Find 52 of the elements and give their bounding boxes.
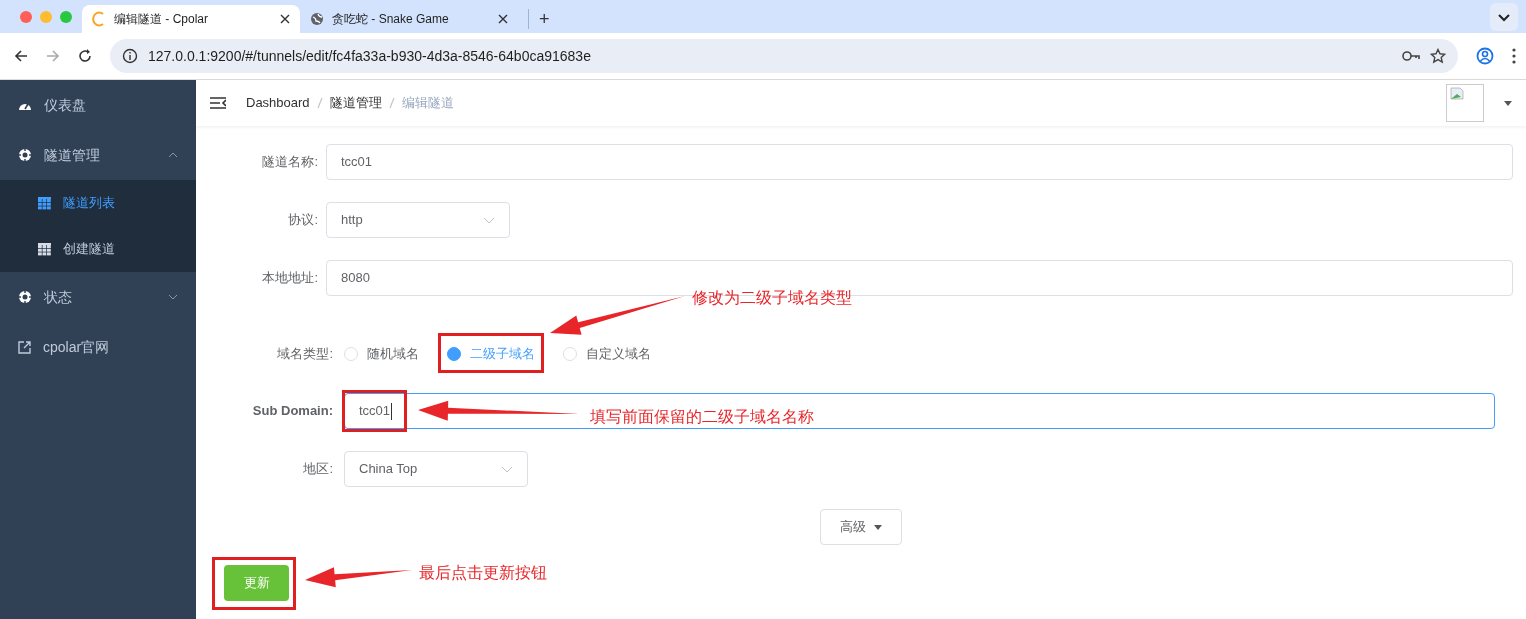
separator-icon bbox=[316, 97, 323, 109]
close-icon[interactable] bbox=[498, 14, 508, 24]
caret-icon[interactable] bbox=[1504, 100, 1512, 106]
browser-tab[interactable]: 编辑隧道 - Cpolar bbox=[82, 5, 300, 33]
sidebar-item[interactable]: 隧道管理 bbox=[0, 130, 196, 180]
chevron-down-icon bbox=[483, 216, 495, 224]
chevron-down-icon[interactable] bbox=[1490, 3, 1518, 31]
menu-icon[interactable] bbox=[210, 97, 226, 109]
radio-option[interactable]: 自定义域名 bbox=[563, 344, 651, 364]
sidebar-item[interactable]: 仪表盘 bbox=[0, 80, 196, 130]
highlight-frame bbox=[342, 390, 407, 432]
reload-icon[interactable] bbox=[78, 49, 92, 63]
globe-icon bbox=[310, 12, 324, 26]
callout-text: 最后点击更新按钮 bbox=[419, 563, 547, 583]
field-label: 本地地址: bbox=[261, 269, 318, 288]
back-icon[interactable] bbox=[14, 49, 28, 63]
sidebar-subitem[interactable]: 创建隧道 bbox=[0, 226, 196, 272]
sidebar-item[interactable]: 状态 bbox=[0, 272, 196, 322]
lifebuoy-icon bbox=[18, 290, 32, 304]
callout-text: 填写前面保留的二级子域名名称 bbox=[590, 407, 814, 427]
info-icon[interactable] bbox=[122, 48, 138, 64]
caret-icon bbox=[873, 525, 882, 531]
field-label: 地区: bbox=[302, 460, 333, 479]
table-icon bbox=[38, 242, 51, 256]
table-icon bbox=[38, 196, 51, 210]
sidebar-subitem[interactable]: 隧道列表 bbox=[0, 180, 196, 226]
tab-title: 编辑隧道 - Cpolar bbox=[114, 11, 209, 28]
external-link-icon bbox=[18, 340, 31, 354]
profile-icon[interactable] bbox=[1476, 47, 1494, 65]
breadcrumb-link[interactable]: Dashboard bbox=[246, 93, 310, 113]
logo-icon bbox=[92, 11, 106, 27]
lifebuoy-icon bbox=[18, 148, 32, 162]
sidebar-item[interactable]: cpolar官网 bbox=[0, 322, 196, 372]
breadcrumb-link[interactable]: 隧道管理 bbox=[329, 93, 382, 113]
menu-icon[interactable] bbox=[1512, 48, 1516, 64]
close-icon[interactable] bbox=[280, 14, 290, 24]
separator-icon bbox=[388, 97, 395, 109]
key-icon[interactable] bbox=[1402, 50, 1420, 62]
field-label: Sub Domain: bbox=[251, 402, 333, 421]
chevron-down-icon bbox=[501, 465, 513, 473]
field-label: 协议: bbox=[287, 211, 318, 230]
star-icon[interactable] bbox=[1430, 48, 1446, 64]
select-field[interactable]: http bbox=[326, 202, 510, 238]
browser-tab[interactable]: 贪吃蛇 - Snake Game bbox=[300, 5, 518, 33]
radio-option[interactable]: 随机域名 bbox=[344, 344, 419, 364]
tab-title: 贪吃蛇 - Snake Game bbox=[332, 11, 450, 28]
field-label: 隧道名称: bbox=[261, 153, 318, 172]
text-field[interactable]: tcc01 bbox=[326, 144, 1513, 180]
new-tab-button[interactable]: + bbox=[528, 9, 550, 29]
field-label: 域名类型: bbox=[276, 345, 333, 364]
select-field[interactable]: China Top bbox=[344, 451, 528, 487]
advanced-button[interactable]: 高级 bbox=[820, 509, 902, 545]
